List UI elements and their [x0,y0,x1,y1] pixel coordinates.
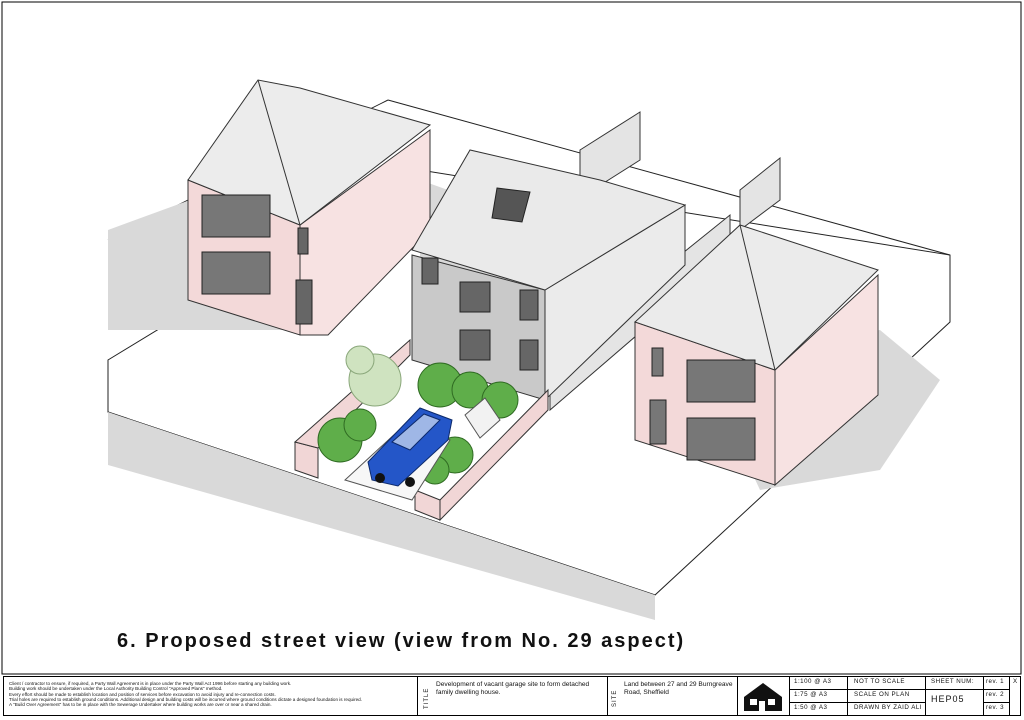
title-cell: TITLE Development of vacant garage site … [418,677,608,715]
sheet-num-label: SHEET NUM: [931,678,975,685]
scale-note-2: SCALE ON PLAN [854,691,910,698]
scale-3: 1:50 @ A3 [794,704,828,711]
drawing-sheet: 6. Proposed street view (view from No. 2… [0,0,1024,720]
scale-1: 1:100 @ A3 [794,678,832,685]
sheet-number-cell: SHEET NUM: HEP05 [926,677,984,715]
scale-notes-cell: NOT TO SCALE SCALE ON PLAN DRAWN BY ZAID… [848,677,926,715]
rev-3: rev. 3 [986,704,1005,711]
house-logo-icon [744,683,782,711]
title-block: Client / contractor to ensure, if requir… [3,676,1021,716]
rev-mark: X [1013,678,1018,685]
row-divider [790,702,926,703]
note-line: A "Build Over Agreement" has to be in pl… [9,702,272,708]
revisions-cell: rev. 1 rev. 2 rev. 3 [984,677,1010,715]
scale-note-1: NOT TO SCALE [854,678,906,685]
general-notes: Client / contractor to ensure, if requir… [4,677,418,715]
sheet-number: HEP05 [931,694,965,704]
scales-cell: 1:100 @ A3 1:75 @ A3 1:50 @ A3 [790,677,848,715]
scale-note-3: DRAWN BY ZAID ALI [854,704,922,711]
scale-2: 1:75 @ A3 [794,691,828,698]
project-title: Development of vacant garage site to for… [436,681,590,696]
row-divider [790,689,1010,690]
rev-1: rev. 1 [986,678,1005,685]
row-divider [984,702,1010,703]
title-label: TITLE [424,687,430,709]
site-address: Land between 27 and 29 Burngreave Road, … [624,681,733,696]
site-label: SITE [612,689,618,707]
company-logo [738,677,790,715]
street-view-drawing [1,1,1022,675]
rev-2: rev. 2 [986,691,1005,698]
site-cell: SITE Land between 27 and 29 Burngreave R… [608,677,738,715]
drawing-caption: 6. Proposed street view (view from No. 2… [117,630,686,652]
